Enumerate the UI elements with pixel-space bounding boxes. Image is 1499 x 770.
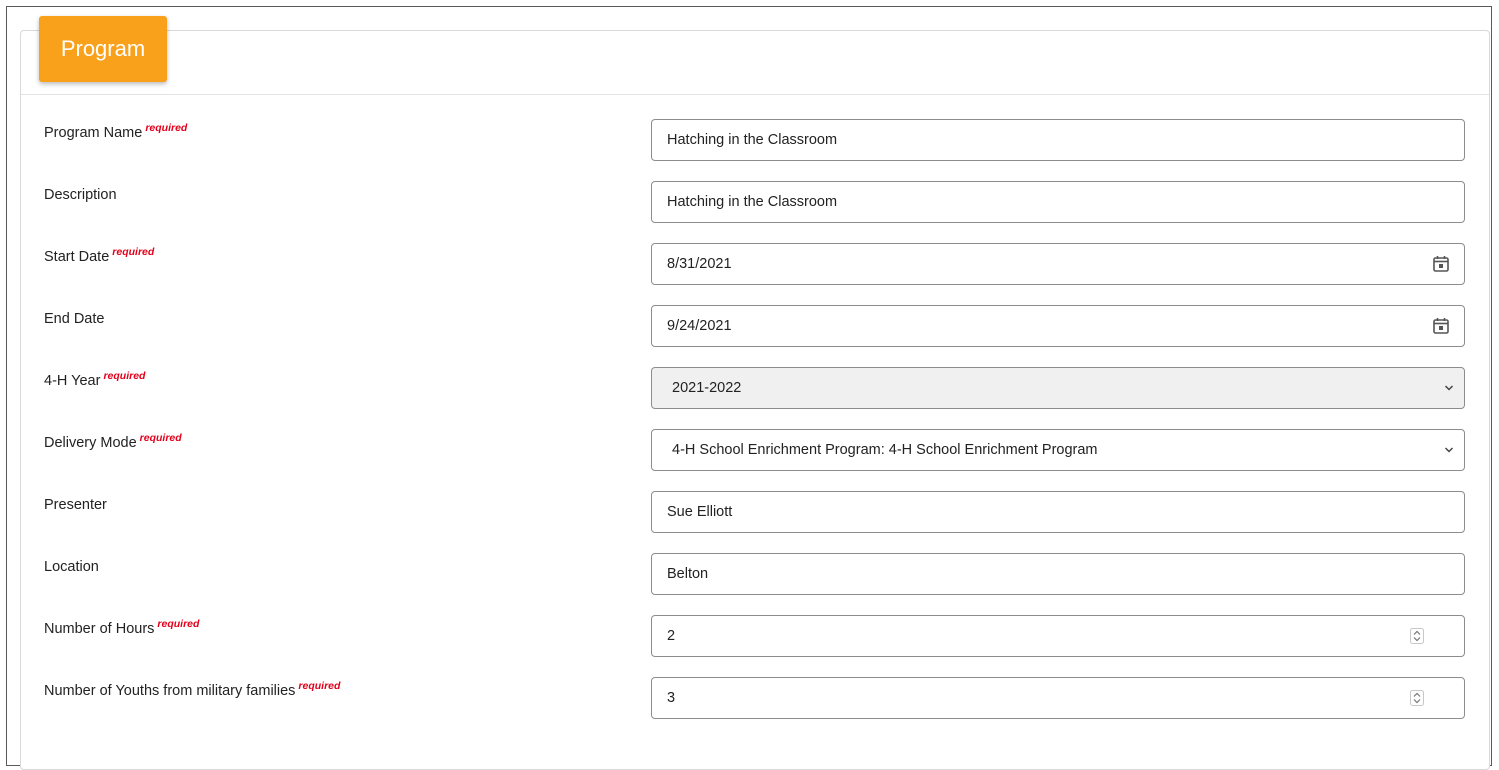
field-label-number-of-hours: Number of Hours required bbox=[44, 618, 200, 637]
number-of-hours-value: 2 bbox=[667, 628, 676, 644]
start-date-value: 8/31/2021 bbox=[667, 256, 732, 272]
chevron-down-icon bbox=[1444, 385, 1454, 391]
number-of-hours-input[interactable]: 2 bbox=[651, 615, 1465, 657]
presenter-input[interactable]: Sue Elliott bbox=[651, 491, 1465, 533]
form-row-presenter: Presenter Sue Elliott bbox=[21, 491, 1489, 543]
field-label-4h-year: 4-H Year required bbox=[44, 370, 146, 389]
field-label-location: Location bbox=[44, 559, 99, 575]
delivery-mode-select[interactable]: 4-H School Enrichment Program: 4-H Schoo… bbox=[651, 429, 1465, 471]
required-badge: required bbox=[139, 432, 182, 444]
program-name-input[interactable]: Hatching in the Classroom bbox=[651, 119, 1465, 161]
spinner-icon[interactable] bbox=[1410, 690, 1424, 706]
field-label-program-name: Program Name required bbox=[44, 122, 188, 141]
field-label-presenter: Presenter bbox=[44, 497, 107, 513]
description-input[interactable]: Hatching in the Classroom bbox=[651, 181, 1465, 223]
required-badge: required bbox=[298, 680, 341, 692]
form-row-delivery-mode: Delivery Mode required 4-H School Enrichm… bbox=[21, 429, 1489, 481]
card-header: Program bbox=[21, 16, 1489, 95]
field-label-military-youths: Number of Youths from military families r… bbox=[44, 680, 341, 699]
form-row-description: Description Hatching in the Classroom bbox=[21, 181, 1489, 233]
military-youths-input[interactable]: 3 bbox=[651, 677, 1465, 719]
end-date-value: 9/24/2021 bbox=[667, 318, 732, 334]
4h-year-select[interactable]: 2021-2022 bbox=[651, 367, 1465, 409]
spinner-icon[interactable] bbox=[1410, 628, 1424, 644]
form-row-military-youths: Number of Youths from military families r… bbox=[21, 677, 1489, 729]
form-row-location: Location Belton bbox=[21, 553, 1489, 605]
card-title-tab: Program bbox=[39, 16, 167, 82]
end-date-input[interactable]: 9/24/2021 bbox=[651, 305, 1465, 347]
form-row-end-date: End Date 9/24/2021 bbox=[21, 305, 1489, 357]
4h-year-selected-value: 2021-2022 bbox=[672, 380, 742, 396]
program-card: Program Program Name required Hatching in… bbox=[20, 16, 1490, 770]
required-badge: required bbox=[103, 370, 146, 382]
field-label-delivery-mode: Delivery Mode required bbox=[44, 432, 182, 451]
required-badge: required bbox=[157, 618, 200, 630]
form-row-number-of-hours: Number of Hours required 2 bbox=[21, 615, 1489, 667]
form-row-program-name: Program Name required Hatching in the Cla… bbox=[21, 119, 1489, 171]
chevron-down-icon bbox=[1444, 447, 1454, 453]
field-label-description: Description bbox=[44, 187, 117, 203]
start-date-input[interactable]: 8/31/2021 bbox=[651, 243, 1465, 285]
field-label-end-date: End Date bbox=[44, 311, 105, 327]
form-row-start-date: Start Date required 8/31/2021 bbox=[21, 243, 1489, 295]
field-label-start-date: Start Date required bbox=[44, 246, 155, 265]
required-badge: required bbox=[112, 246, 155, 258]
delivery-mode-selected-value: 4-H School Enrichment Program: 4-H Schoo… bbox=[672, 442, 1098, 458]
required-badge: required bbox=[145, 122, 188, 134]
calendar-icon[interactable] bbox=[1432, 317, 1450, 335]
location-input[interactable]: Belton bbox=[651, 553, 1465, 595]
form-row-4h-year: 4-H Year required 2021-2022 bbox=[21, 367, 1489, 419]
calendar-icon[interactable] bbox=[1432, 255, 1450, 273]
military-youths-value: 3 bbox=[667, 690, 676, 706]
